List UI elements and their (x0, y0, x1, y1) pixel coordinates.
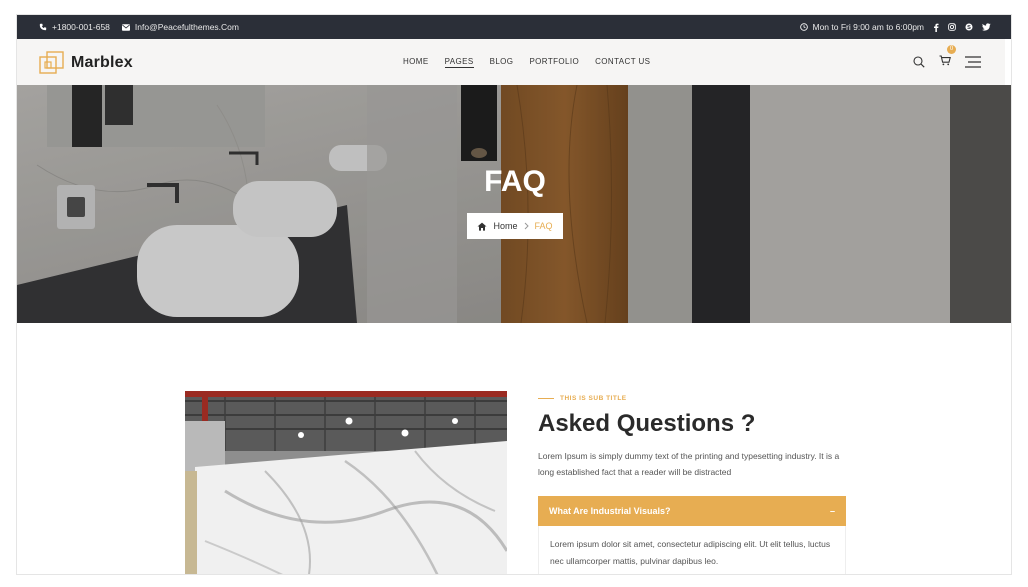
faq-question-text: What Are Industrial Visuals? (549, 506, 671, 516)
search-icon[interactable] (913, 56, 925, 68)
cart-button[interactable]: 0 (939, 45, 956, 71)
subtitle-line (538, 398, 554, 399)
breadcrumb: Home FAQ (467, 213, 563, 239)
email-contact[interactable]: Info@Peacefulthemes.Com (121, 22, 239, 32)
faq-answer-1: Lorem ipsum dolor sit amet, consectetur … (538, 526, 846, 574)
nav-contact[interactable]: CONTACT US (595, 57, 650, 67)
site-header: Marblex HOME PAGES BLOG PORTFOLIO CONTAC… (17, 39, 1005, 85)
phone-number: +1800-001-658 (52, 22, 110, 32)
main-nav: HOME PAGES BLOG PORTFOLIO CONTACT US (403, 39, 650, 85)
hero-banner: FAQ Home FAQ (17, 85, 1011, 323)
twitter-icon[interactable] (982, 23, 991, 31)
skype-icon[interactable]: S (965, 23, 973, 31)
chevron-right-icon (524, 222, 529, 230)
section-heading: Asked Questions ? (538, 410, 756, 437)
phone-contact[interactable]: +1800-001-658 (39, 22, 110, 32)
page-title: FAQ (484, 165, 546, 198)
topbar: +1800-001-658 Info@Peacefulthemes.Com Mo… (17, 15, 1011, 39)
working-hours: Mon to Fri 9:00 am to 6:00pm (799, 22, 925, 32)
clock-icon (799, 23, 808, 31)
page-frame: +1800-001-658 Info@Peacefulthemes.Com Mo… (16, 14, 1012, 575)
subtitle-text: THIS IS SUB TITLE (560, 395, 627, 402)
nav-home[interactable]: HOME (403, 57, 429, 67)
nav-blog[interactable]: BLOG (490, 57, 514, 67)
section-paragraph: Lorem Ipsum is simply dummy text of the … (538, 451, 840, 477)
breadcrumb-home[interactable]: Home (493, 221, 517, 231)
instagram-icon[interactable] (948, 23, 956, 31)
cart-icon (939, 55, 951, 66)
nav-portfolio[interactable]: PORTFOLIO (529, 57, 579, 67)
email-address: Info@Peacefulthemes.Com (134, 22, 239, 32)
faq-section: THIS IS SUB TITLE Asked Questions ? Lore… (538, 395, 848, 574)
svg-text:S: S (967, 25, 971, 31)
hero-background-image (17, 85, 1011, 323)
faq-photo (185, 391, 507, 574)
collapse-toggle[interactable]: – (830, 506, 835, 516)
logo-mark-icon (39, 50, 65, 76)
breadcrumb-current: FAQ (534, 221, 553, 231)
menu-icon[interactable] (965, 56, 981, 68)
facebook-icon[interactable] (933, 23, 939, 32)
logo-text: Marblex (71, 54, 133, 71)
hours-text: Mon to Fri 9:00 am to 6:00pm (812, 22, 925, 32)
nav-pages[interactable]: PAGES (444, 57, 474, 68)
faq-question-1[interactable]: What Are Industrial Visuals? – (538, 496, 846, 526)
phone-icon (39, 23, 47, 31)
home-icon[interactable] (477, 222, 487, 231)
logo[interactable]: Marblex (39, 50, 133, 76)
section-subtitle: THIS IS SUB TITLE (538, 395, 848, 402)
cart-count-badge: 0 (947, 45, 956, 54)
mail-icon (121, 23, 130, 31)
